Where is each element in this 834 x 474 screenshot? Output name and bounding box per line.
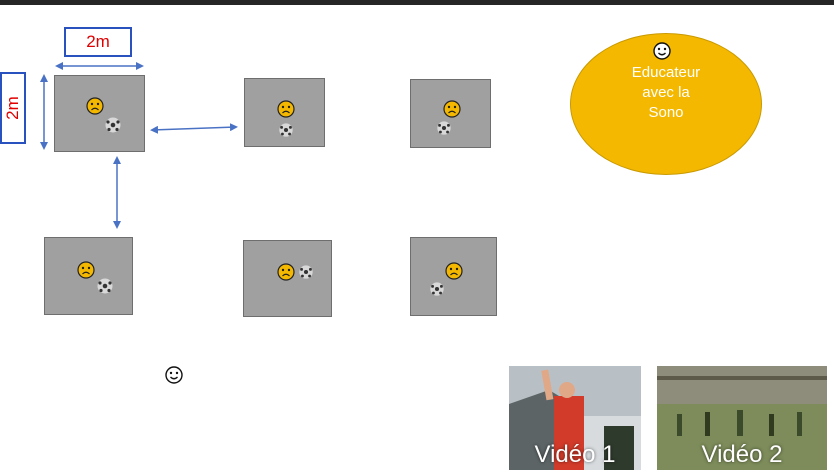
video-2-thumbnail[interactable]: Vidéo 2 bbox=[657, 366, 827, 470]
sad-face-icon bbox=[443, 100, 461, 118]
soccer-ball-icon bbox=[430, 282, 444, 296]
educator-smiley-icon bbox=[653, 42, 671, 60]
sad-face-icon bbox=[86, 97, 104, 115]
soccer-ball-icon bbox=[299, 265, 313, 279]
video-2-label: Vidéo 2 bbox=[701, 441, 783, 468]
soccer-ball-icon bbox=[105, 117, 121, 133]
soccer-ball-icon bbox=[437, 121, 451, 135]
sad-face-icon bbox=[445, 262, 463, 280]
sad-face-icon bbox=[277, 263, 295, 281]
sad-face-icon bbox=[277, 100, 295, 118]
video-1-label: Vidéo 1 bbox=[534, 441, 616, 468]
horizontal-distance-arrow bbox=[150, 123, 238, 134]
video-1-thumbnail[interactable]: Vidéo 1 bbox=[509, 366, 641, 470]
sad-face-icon bbox=[77, 261, 95, 279]
soccer-ball-icon bbox=[97, 278, 113, 294]
smiley-icon bbox=[165, 366, 183, 384]
soccer-ball-icon bbox=[279, 123, 293, 137]
